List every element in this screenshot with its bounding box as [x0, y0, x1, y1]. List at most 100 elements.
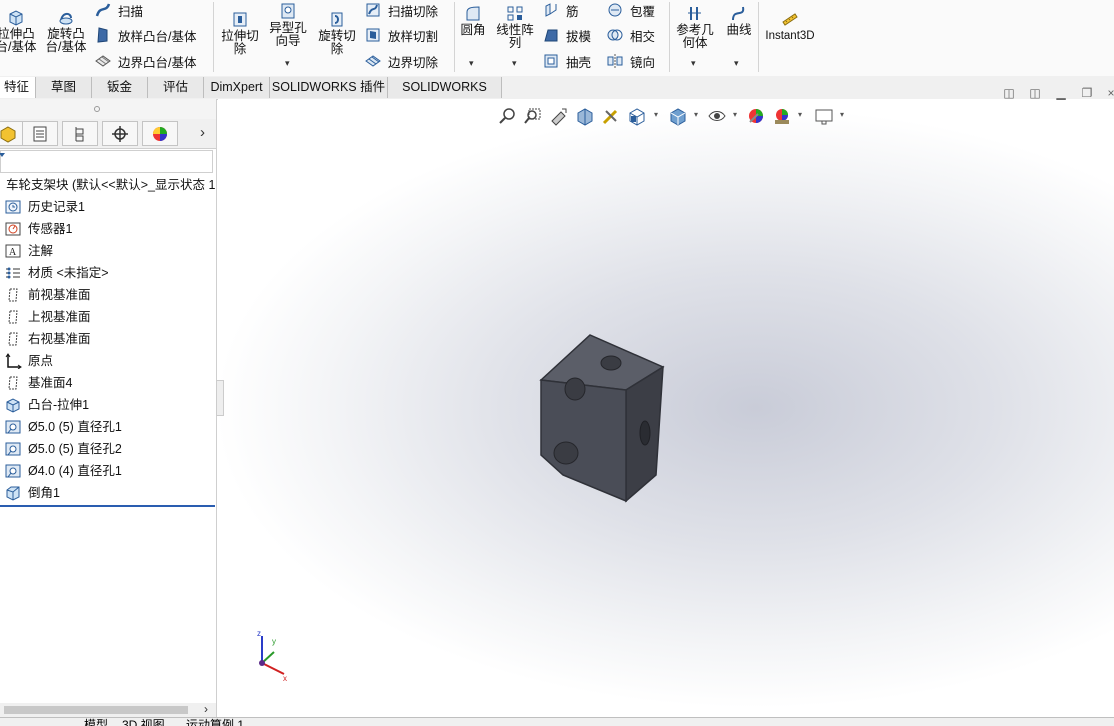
configuration-manager-icon [75, 126, 84, 141]
hole-wizard-dropdown-icon[interactable]: ▾ [285, 58, 290, 69]
extrude-boss-icon [9, 10, 23, 26]
front-hole-upper[interactable] [564, 377, 586, 401]
extrude-boss-button[interactable]: 拉伸凸 台/基体 [0, 8, 38, 54]
revolve-boss-button[interactable]: 旋转凸 台/基体 [44, 8, 88, 54]
panel-horizontal-scrollbar[interactable]: › [0, 702, 216, 717]
top-hole[interactable] [600, 355, 622, 371]
front-hole-lower[interactable] [553, 441, 579, 465]
dynamic-annotation-icon[interactable] [601, 106, 621, 126]
lofted-cut-label: 放样切割 [388, 29, 439, 44]
curves-dropdown-icon[interactable]: ▾ [734, 58, 739, 69]
tab-evaluate[interactable]: 评估 [148, 77, 204, 98]
apply-scene-dropdown-icon[interactable]: ▾ [798, 110, 802, 119]
sweep-button[interactable]: 扫描 [94, 0, 143, 20]
tile-left-icon[interactable]: ◫ [1002, 86, 1016, 100]
boundary-cut-button[interactable]: 边界切除 [364, 51, 438, 71]
tab-solidworks-addins[interactable]: SOLIDWORKS 插件 [270, 77, 388, 98]
tree-item-label: 原点 [28, 354, 54, 368]
tree-filter-input[interactable] [0, 150, 213, 173]
intersect-label: 相交 [630, 29, 656, 44]
scroll-right-icon[interactable]: › [204, 702, 208, 716]
intersect-button[interactable]: 相交 [606, 25, 655, 45]
reference-geometry-button[interactable]: 参考几 何体 [673, 4, 717, 50]
wrap-button[interactable]: 包覆 [606, 0, 655, 20]
shell-icon [544, 54, 558, 68]
tab-sheet-metal[interactable]: 钣金 [92, 77, 148, 98]
apply-scene-icon[interactable] [772, 106, 792, 126]
display-style-dropdown-icon[interactable]: ▾ [694, 110, 698, 119]
revolve-boss-label: 旋转凸 台/基体 [45, 27, 87, 54]
property-manager-tab[interactable] [22, 121, 58, 146]
configuration-manager-tab[interactable] [62, 121, 98, 146]
previous-view-icon[interactable] [549, 106, 569, 126]
view-orientation-dropdown-icon[interactable]: ▾ [654, 110, 658, 119]
wrap-label: 包覆 [630, 4, 656, 19]
curves-icon [732, 6, 745, 21]
filter-icon [0, 153, 5, 157]
zoom-to-fit-icon[interactable] [498, 106, 518, 126]
linear-pattern-button[interactable]: 线性阵 列 [494, 4, 536, 50]
mirror-label: 镜向 [630, 55, 656, 70]
rib-icon [545, 3, 557, 17]
ribbon-separator [454, 2, 455, 72]
hide-show-items-icon[interactable] [707, 106, 727, 126]
side-hole[interactable] [639, 420, 651, 446]
reference-geometry-dropdown-icon[interactable]: ▾ [691, 58, 696, 69]
zoom-to-area-icon[interactable] [523, 106, 543, 126]
restore-icon[interactable]: ❐ [1080, 86, 1094, 100]
draft-button[interactable]: 拔模 [542, 25, 591, 45]
extrude-cut-button[interactable]: 拉伸切 除 [218, 10, 262, 56]
tile-right-icon[interactable]: ◫ [1028, 86, 1042, 100]
feature-tree-icon [0, 125, 16, 143]
shell-button[interactable]: 抽壳 [542, 51, 591, 71]
sweep-label: 扫描 [118, 4, 144, 19]
dimxpert-manager-tab[interactable] [102, 121, 138, 146]
tree-rollback-bar[interactable] [0, 505, 215, 507]
origin-icon [5, 353, 22, 369]
revolve-cut-label: 旋转切 除 [318, 29, 356, 56]
tab-sketch[interactable]: 草图 [36, 77, 92, 98]
tree-item-label: 传感器1 [28, 222, 73, 236]
linear-pattern-dropdown-icon[interactable]: ▾ [512, 58, 517, 69]
curves-button[interactable]: 曲线 [722, 4, 756, 37]
display-manager-tab[interactable] [142, 121, 178, 146]
panel-tabs-more-icon[interactable]: › [200, 124, 205, 141]
hide-show-dropdown-icon[interactable]: ▾ [733, 110, 737, 119]
part-front-face[interactable] [540, 379, 627, 503]
part-model-3d[interactable] [530, 325, 670, 510]
revolve-cut-button[interactable]: 旋转切 除 [314, 10, 360, 56]
fillet-dropdown-icon[interactable]: ▾ [469, 58, 474, 69]
tree-item-label: 前视基准面 [28, 288, 91, 302]
extrude-cut-icon [233, 12, 247, 27]
curves-label: 曲线 [726, 23, 752, 37]
close-icon[interactable]: × [1104, 86, 1114, 100]
tab-features[interactable]: 特征 [0, 77, 36, 98]
boundary-boss-button[interactable]: 边界凸台/基体 [94, 51, 196, 71]
minimize-icon[interactable]: ▁ [1054, 86, 1068, 100]
hole-wizard-button[interactable]: 异型孔 向导 [265, 2, 311, 48]
rib-button[interactable]: 筋 [542, 0, 579, 20]
command-manager-tabs: 特征 草图 钣金 评估 DimXpert SOLIDWORKS 插件 SOLID… [0, 76, 1114, 115]
appearance-sphere-icon [153, 126, 167, 141]
view-settings-icon[interactable] [814, 106, 834, 126]
instant3d-button[interactable]: Instant3D [762, 10, 818, 43]
extrude-boss-label: 拉伸凸 台/基体 [0, 27, 37, 54]
tab-solidworks-mbd[interactable]: SOLIDWORKS MBD [388, 77, 502, 115]
display-style-icon[interactable] [668, 106, 688, 126]
edit-appearance-icon[interactable] [746, 106, 766, 126]
panel-splitter[interactable] [0, 99, 216, 119]
scrollbar-thumb[interactable] [4, 706, 188, 714]
tab-dimxpert[interactable]: DimXpert [204, 77, 270, 98]
swept-cut-button[interactable]: 扫描切除 [364, 0, 438, 20]
fillet-button[interactable]: 圆角 [456, 4, 490, 37]
revolve-cut-icon [331, 12, 343, 27]
ribbon-separator [669, 2, 670, 72]
lofted-cut-button[interactable]: 放样切割 [364, 25, 438, 45]
crosshair-icon [112, 125, 128, 142]
loft-boss-button[interactable]: 放样凸台/基体 [94, 25, 196, 45]
view-settings-dropdown-icon[interactable]: ▾ [840, 110, 844, 119]
mirror-button[interactable]: 镜向 [606, 51, 655, 71]
view-orientation-icon[interactable] [627, 106, 647, 126]
section-view-icon[interactable] [575, 106, 595, 126]
panel-resize-handle[interactable] [216, 380, 224, 416]
